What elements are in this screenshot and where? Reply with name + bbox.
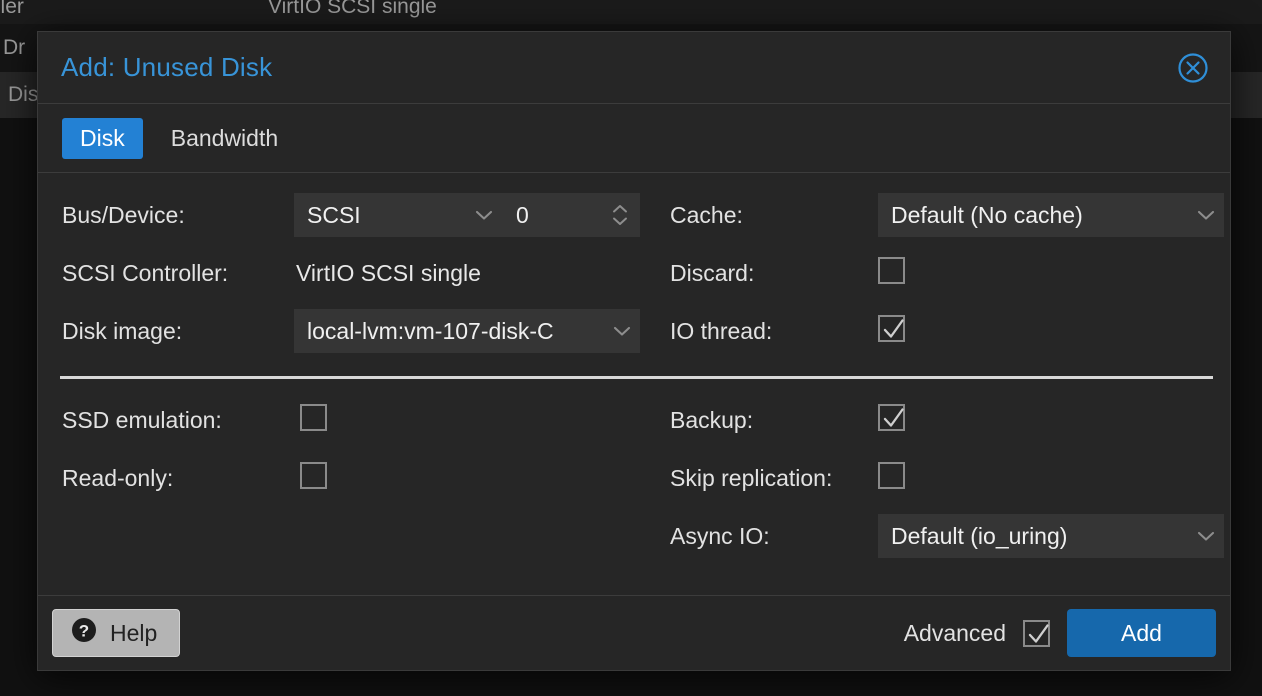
field-label-disk-image: Disk image: [62,317,183,344]
check-icon [883,408,904,427]
field-row-discard: Discard: [658,251,1228,295]
dialog-title: Add: Unused Disk [61,52,273,82]
field-control-read-only [300,462,327,494]
async-io-select[interactable]: Default (io_uring) [878,514,1224,558]
field-control-skip-replication [878,462,905,494]
field-control-disk-image: local-lvm:vm-107-disk-C [294,309,640,353]
background-row: ontroller VirtIO SCSI single [0,0,1262,24]
field-label-backup: Backup: [670,406,754,433]
cache-select[interactable]: Default (No cache) [878,193,1224,237]
field-row-ssd-emulation: SSD emulation: [62,398,662,442]
help-button[interactable]: ? Help [52,609,181,657]
scsi-controller-value: VirtIO SCSI single [296,259,481,286]
background-row-key: ontroller [0,0,24,18]
help-button-label: Help [110,619,158,646]
field-row-skip-replication: Skip replication: [658,456,1228,500]
field-label-async-io: Async IO: [670,522,770,549]
close-circle-icon[interactable] [1176,51,1210,85]
tab-bandwidth[interactable]: Bandwidth [153,118,296,159]
background-row-key: D Dr [0,36,26,59]
field-label-io-thread: IO thread: [670,317,773,344]
dialog-header: Add: Unused Disk [38,32,1230,103]
skip-replication-checkbox[interactable] [878,462,905,489]
field-control-bus-device: SCSI 0 [294,193,640,237]
add-button[interactable]: Add [1067,609,1216,657]
field-row-async-io: Async IO: Default (io_uring) [658,514,1228,558]
stepper-arrows-icon[interactable] [610,204,630,226]
bus-type-select[interactable]: SCSI [294,193,502,237]
field-label-cache: Cache: [670,201,743,228]
backup-checkbox[interactable] [878,404,905,431]
field-row-read-only: Read-only: [62,456,662,500]
dialog-tabbar: Disk Bandwidth [38,103,1230,173]
tab-disk[interactable]: Disk [62,117,143,159]
field-row-io-thread: IO thread: [658,309,1228,353]
field-row-bus-device: Bus/Device: SCSI 0 [62,193,662,237]
footer-right-group: Advanced Add [904,609,1216,657]
field-control-ssd-emulation [300,404,327,436]
background-row-value: VirtIO SCSI single [268,0,437,18]
field-label-bus-device: Bus/Device: [62,201,185,228]
check-icon [1028,623,1049,643]
field-label-scsi-controller: SCSI Controller: [62,259,229,286]
field-label-ssd-emulation: SSD emulation: [62,406,222,433]
advanced-checkbox[interactable] [1023,619,1050,647]
add-unused-disk-dialog: Add: Unused Disk Disk Bandwidth Bus/Devi… [37,31,1231,671]
disk-image-select[interactable]: local-lvm:vm-107-disk-C [294,309,640,353]
chevron-down-icon [1196,209,1216,221]
question-circle-icon: ? [71,617,97,649]
dialog-body: Bus/Device: SCSI 0 SCSI Controller: Virt… [38,173,1230,596]
device-number-stepper[interactable]: 0 [502,193,640,237]
field-row-backup: Backup: [658,398,1228,442]
check-icon [883,319,904,338]
field-label-read-only: Read-only: [62,464,174,491]
section-divider [60,376,1213,379]
background-row-key: Dis [8,83,39,106]
dialog-footer: ? Help Advanced Add [38,596,1230,670]
chevron-down-icon [474,209,494,221]
field-control-discard [878,257,905,289]
read-only-checkbox[interactable] [300,462,327,489]
discard-checkbox[interactable] [878,257,905,284]
field-label-discard: Discard: [670,259,755,286]
field-row-scsi-controller: SCSI Controller: VirtIO SCSI single [62,251,662,295]
field-label-skip-replication: Skip replication: [670,464,833,491]
field-control-cache: Default (No cache) [878,193,1224,237]
field-row-disk-image: Disk image: local-lvm:vm-107-disk-C [62,309,662,353]
field-control-scsi-controller: VirtIO SCSI single [294,251,481,295]
chevron-down-icon [612,325,632,337]
svg-text:?: ? [79,622,89,641]
field-row-cache: Cache: Default (No cache) [658,193,1228,237]
field-control-async-io: Default (io_uring) [878,514,1224,558]
ssd-emulation-checkbox[interactable] [300,404,327,431]
field-control-backup [878,404,905,436]
chevron-down-icon [1196,530,1216,542]
io-thread-checkbox[interactable] [878,315,905,342]
field-control-io-thread [878,315,905,347]
advanced-label: Advanced [903,619,1006,646]
